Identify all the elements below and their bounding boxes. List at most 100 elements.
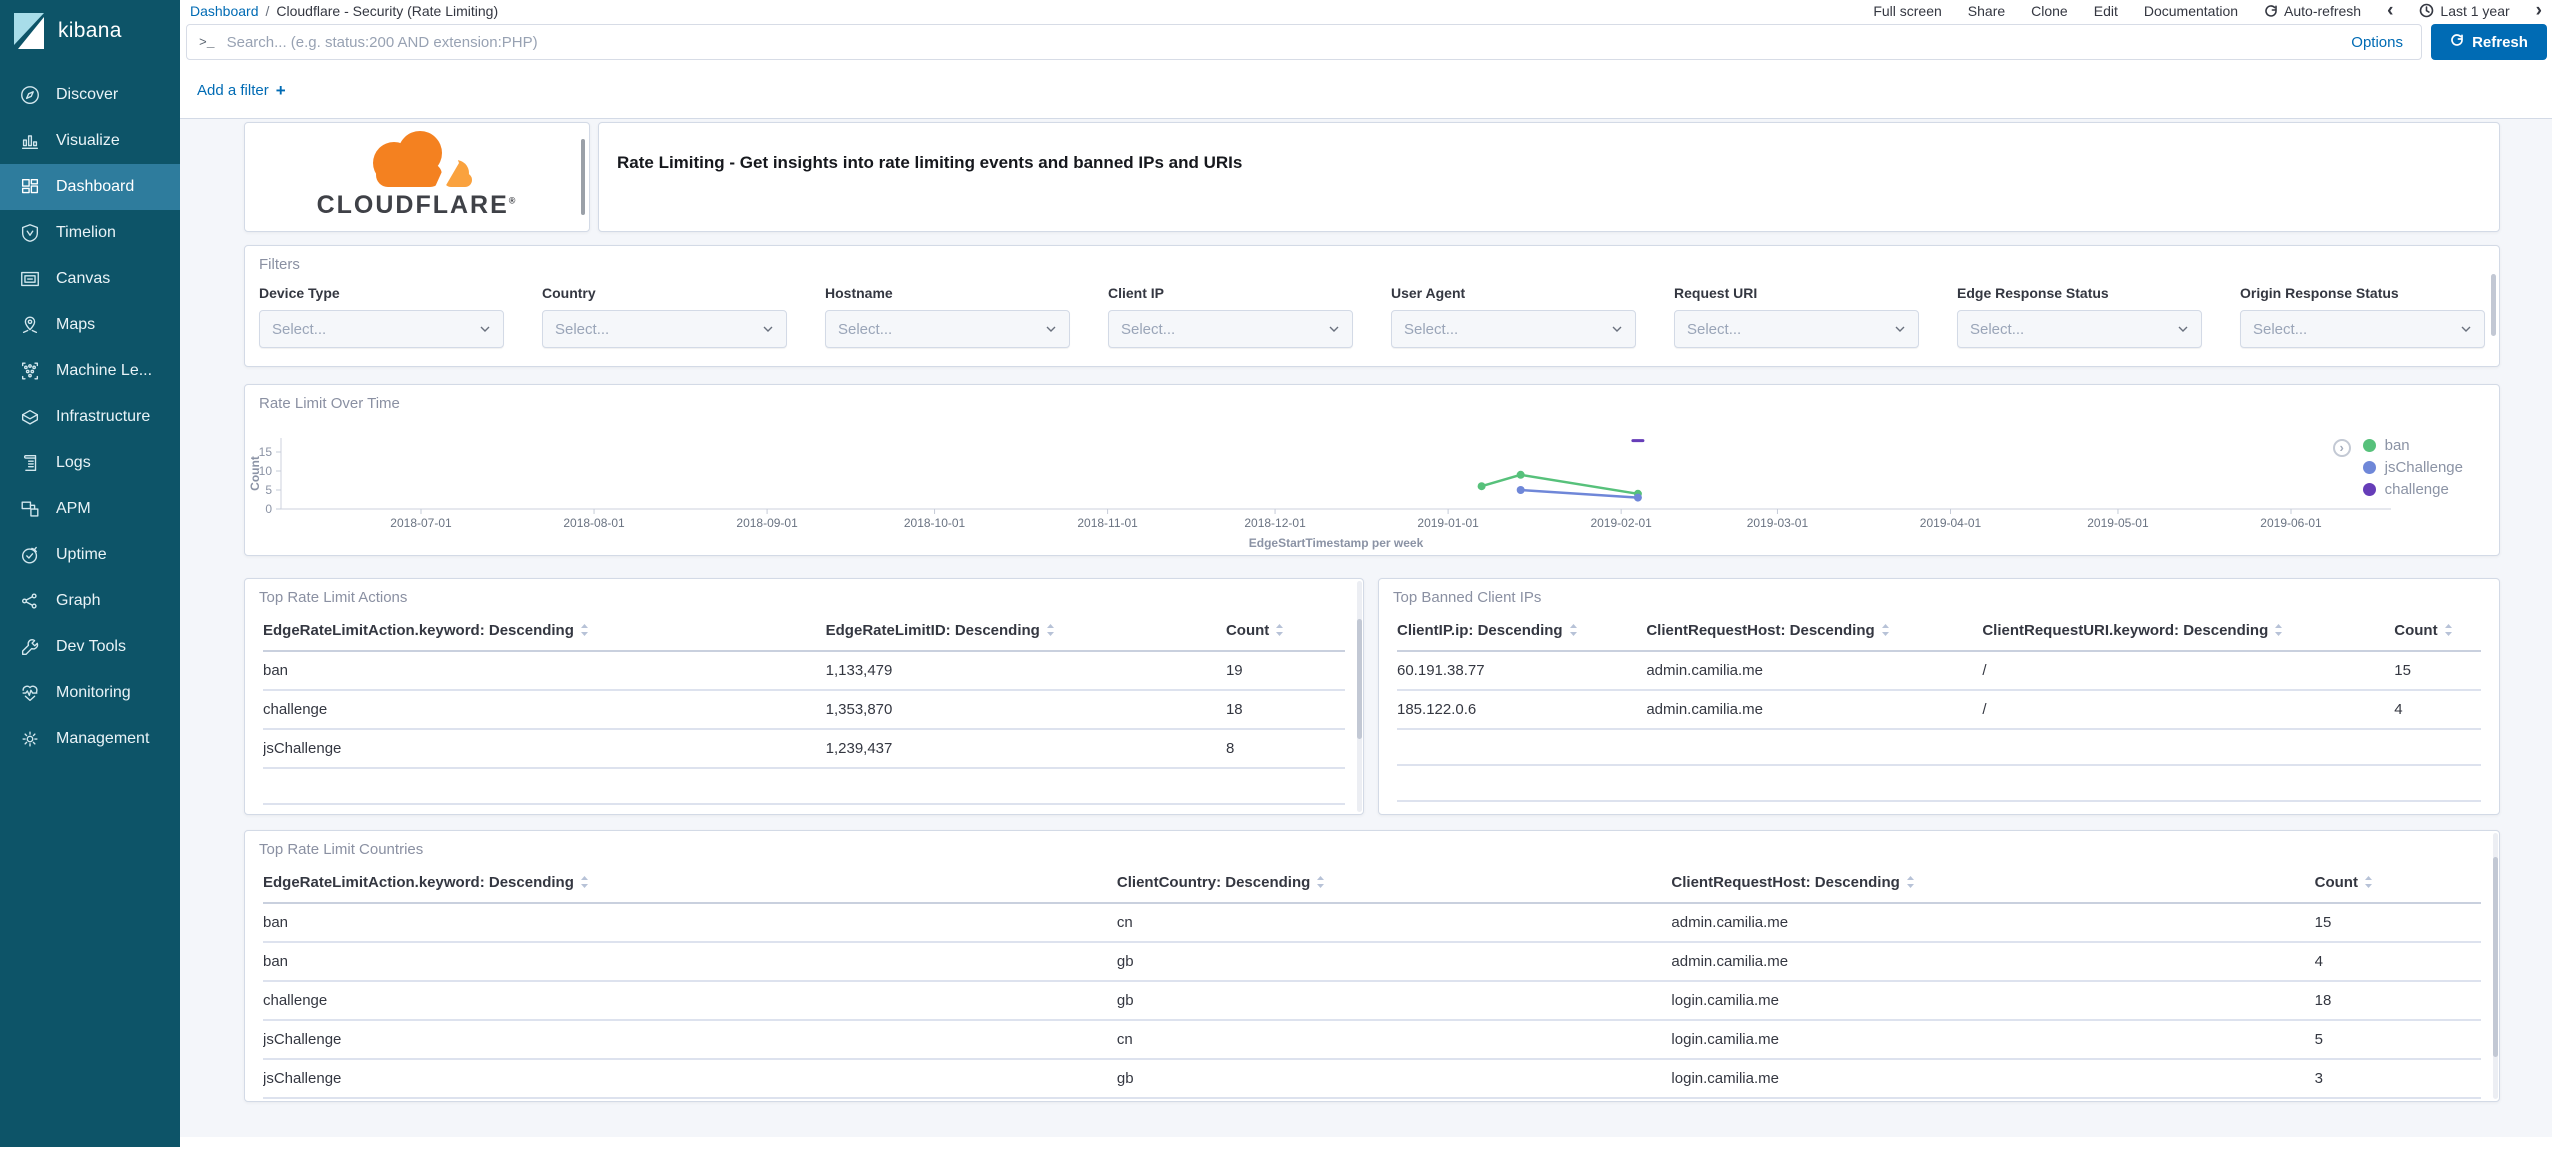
sidebar-item-uptime[interactable]: Uptime [0, 532, 180, 578]
countries-table-container: EdgeRateLimitAction.keyword: Descending C… [245, 866, 2499, 1099]
filter-select-edge-response-status[interactable]: Select... [1957, 310, 2202, 348]
column-header-clientrequesthost-descending[interactable]: ClientRequestHost: Descending [1671, 866, 2315, 904]
legend-item-challenge[interactable]: challenge [2362, 481, 2463, 498]
breadcrumb: Dashboard / Cloudflare - Security (Rate … [190, 3, 498, 19]
sidebar-item-visualize[interactable]: Visualize [0, 118, 180, 164]
column-header-clientcountry-descending[interactable]: ClientCountry: Descending [1116, 866, 1672, 904]
scrollbar-thumb[interactable] [1357, 619, 1362, 739]
column-header-clientrequesthost-descending[interactable]: ClientRequestHost: Descending [1646, 614, 1983, 652]
table-cell: gb [1116, 981, 1672, 1021]
column-header-count[interactable]: Count [2314, 866, 2481, 904]
filter-select-device-type[interactable]: Select... [259, 310, 504, 348]
table-cell: jsChallenge [263, 1020, 1117, 1060]
sort-icon [1316, 875, 1325, 893]
filter-group-hostname: Hostname Select... [825, 285, 1070, 348]
sidebar-item-logs[interactable]: Logs [0, 440, 180, 486]
table-header-row: EdgeRateLimitAction.keyword: Descending C… [263, 866, 2481, 904]
edit-button[interactable]: Edit [2094, 3, 2118, 19]
column-header-clientip-ip-descending[interactable]: ClientIP.ip: Descending [1397, 614, 1647, 652]
full-screen-button[interactable]: Full screen [1873, 3, 1941, 19]
time-range-picker[interactable]: Last 1 year [2419, 3, 2510, 19]
legend-item-ban[interactable]: ban [2362, 437, 2463, 454]
topbar-menu: Full screen Share Clone Edit Documentation A… [1873, 1, 2542, 20]
filter-group-device-type: Device Type Select... [259, 285, 504, 348]
top-rate-limit-actions-panel: Top Rate Limit Actions EdgeRateLimitActi… [244, 578, 1364, 815]
query-options-link[interactable]: Options [2333, 34, 2421, 51]
add-filter-button[interactable]: Add a filter + [197, 81, 286, 101]
sidebar-item-label: Management [56, 730, 150, 747]
sidebar-item-management[interactable]: Management [0, 716, 180, 762]
legend-label: jsChallenge [2384, 459, 2463, 476]
refresh-button[interactable]: Refresh [2431, 24, 2547, 60]
sidebar-item-graph[interactable]: Graph [0, 578, 180, 624]
sidebar-item-apm[interactable]: APM [0, 486, 180, 532]
dashboard-icon [19, 176, 41, 198]
chevron-down-icon [1046, 326, 1056, 332]
clone-button[interactable]: Clone [2031, 3, 2068, 19]
kibana-logo[interactable]: kibana [0, 0, 180, 62]
filter-select-origin-response-status[interactable]: Select... [2240, 310, 2485, 348]
time-prev-button[interactable]: ‹ [2387, 1, 2393, 20]
sidebar-item-label: Maps [56, 316, 96, 333]
sidebar-item-label: Canvas [56, 270, 111, 287]
column-header-edgeratelimitaction-keyword-descending[interactable]: EdgeRateLimitAction.keyword: Descending [263, 614, 826, 652]
time-next-button[interactable]: › [2536, 1, 2542, 20]
filter-select-user-agent[interactable]: Select... [1391, 310, 1636, 348]
legend-toggle-icon[interactable]: › [2332, 439, 2351, 457]
select-placeholder: Select... [2253, 320, 2308, 338]
sidebar-item-discover[interactable]: Discover [0, 72, 180, 118]
sidebar-item-infrastructure[interactable]: Infrastructure [0, 394, 180, 440]
column-header-label: Count [2314, 874, 2358, 891]
table-cell: / [1982, 690, 2395, 730]
scrollbar-thumb[interactable] [2491, 274, 2496, 336]
documentation-button[interactable]: Documentation [2144, 3, 2238, 19]
scrollbar-track[interactable] [1357, 581, 1362, 812]
filter-select-country[interactable]: Select... [542, 310, 787, 348]
sidebar-item-maps[interactable]: Maps [0, 302, 180, 348]
column-header-count[interactable]: Count [2394, 614, 2481, 652]
table-cell: 1,353,870 [825, 690, 1226, 730]
panel-title: Top Rate Limit Actions [259, 589, 408, 606]
sidebar: kibana Discover Visualize Dashboard Timelio… [0, 0, 180, 1147]
kibana-logo-icon [12, 12, 46, 50]
auto-refresh-button[interactable]: Auto-refresh [2264, 3, 2361, 19]
sidebar-item-monitoring[interactable]: Monitoring [0, 670, 180, 716]
breadcrumb-dashboard-link[interactable]: Dashboard [190, 3, 259, 19]
sidebar-item-label: Uptime [56, 546, 107, 563]
scrollbar-thumb[interactable] [581, 139, 585, 215]
auto-refresh-label: Auto-refresh [2284, 2, 2362, 19]
graph-icon [19, 590, 41, 612]
sidebar-item-timelion[interactable]: Timelion [0, 210, 180, 256]
search-input[interactable] [224, 32, 2334, 52]
table-cell: login.camilia.me [1671, 1020, 2315, 1060]
scrollbar-track[interactable] [2493, 833, 2498, 1099]
svg-text:2018-11-01: 2018-11-01 [1077, 516, 1138, 530]
cloudflare-cloud-icon [373, 131, 472, 187]
top-banned-client-ips-panel: Top Banned Client IPs ClientIP.ip: Desce… [1378, 578, 2500, 815]
monitoring-icon [19, 682, 41, 704]
table-cell: jsChallenge [263, 729, 826, 769]
sidebar-item-canvas[interactable]: Canvas [0, 256, 180, 302]
table-cell: ban [263, 942, 1117, 982]
scrollbar-thumb[interactable] [2493, 857, 2498, 1057]
sidebar-item-dev-tools[interactable]: Dev Tools [0, 624, 180, 670]
rate-limit-chart: 0 5 10 15 Count 2018-07-01 2018-08-01 2018-09-0… [245, 385, 2501, 557]
sort-icon [1906, 875, 1915, 893]
filter-label: Edge Response Status [1957, 285, 2109, 301]
column-header-clientrequesturi-keyword-descending[interactable]: ClientRequestURI.keyword: Descending [1982, 614, 2395, 652]
table-cell: login.camilia.me [1671, 1059, 2315, 1099]
filter-select-client-ip[interactable]: Select... [1108, 310, 1353, 348]
visualize-icon [19, 130, 41, 152]
column-header-edgeratelimitaction-keyword-descending[interactable]: EdgeRateLimitAction.keyword: Descending [263, 866, 1117, 904]
share-button[interactable]: Share [1968, 3, 2005, 19]
select-placeholder: Select... [272, 320, 327, 338]
chevron-down-icon [1895, 326, 1905, 332]
column-header-count[interactable]: Count [1225, 614, 1345, 652]
filter-select-request-uri[interactable]: Select... [1674, 310, 1919, 348]
legend-item-jschallenge[interactable]: jsChallenge [2362, 459, 2463, 476]
select-placeholder: Select... [1121, 320, 1176, 338]
sidebar-item-machine-learning[interactable]: Machine Le... [0, 348, 180, 394]
sidebar-item-dashboard[interactable]: Dashboard [0, 164, 180, 210]
column-header-edgeratelimitid-descending[interactable]: EdgeRateLimitID: Descending [825, 614, 1226, 652]
filter-select-hostname[interactable]: Select... [825, 310, 1070, 348]
